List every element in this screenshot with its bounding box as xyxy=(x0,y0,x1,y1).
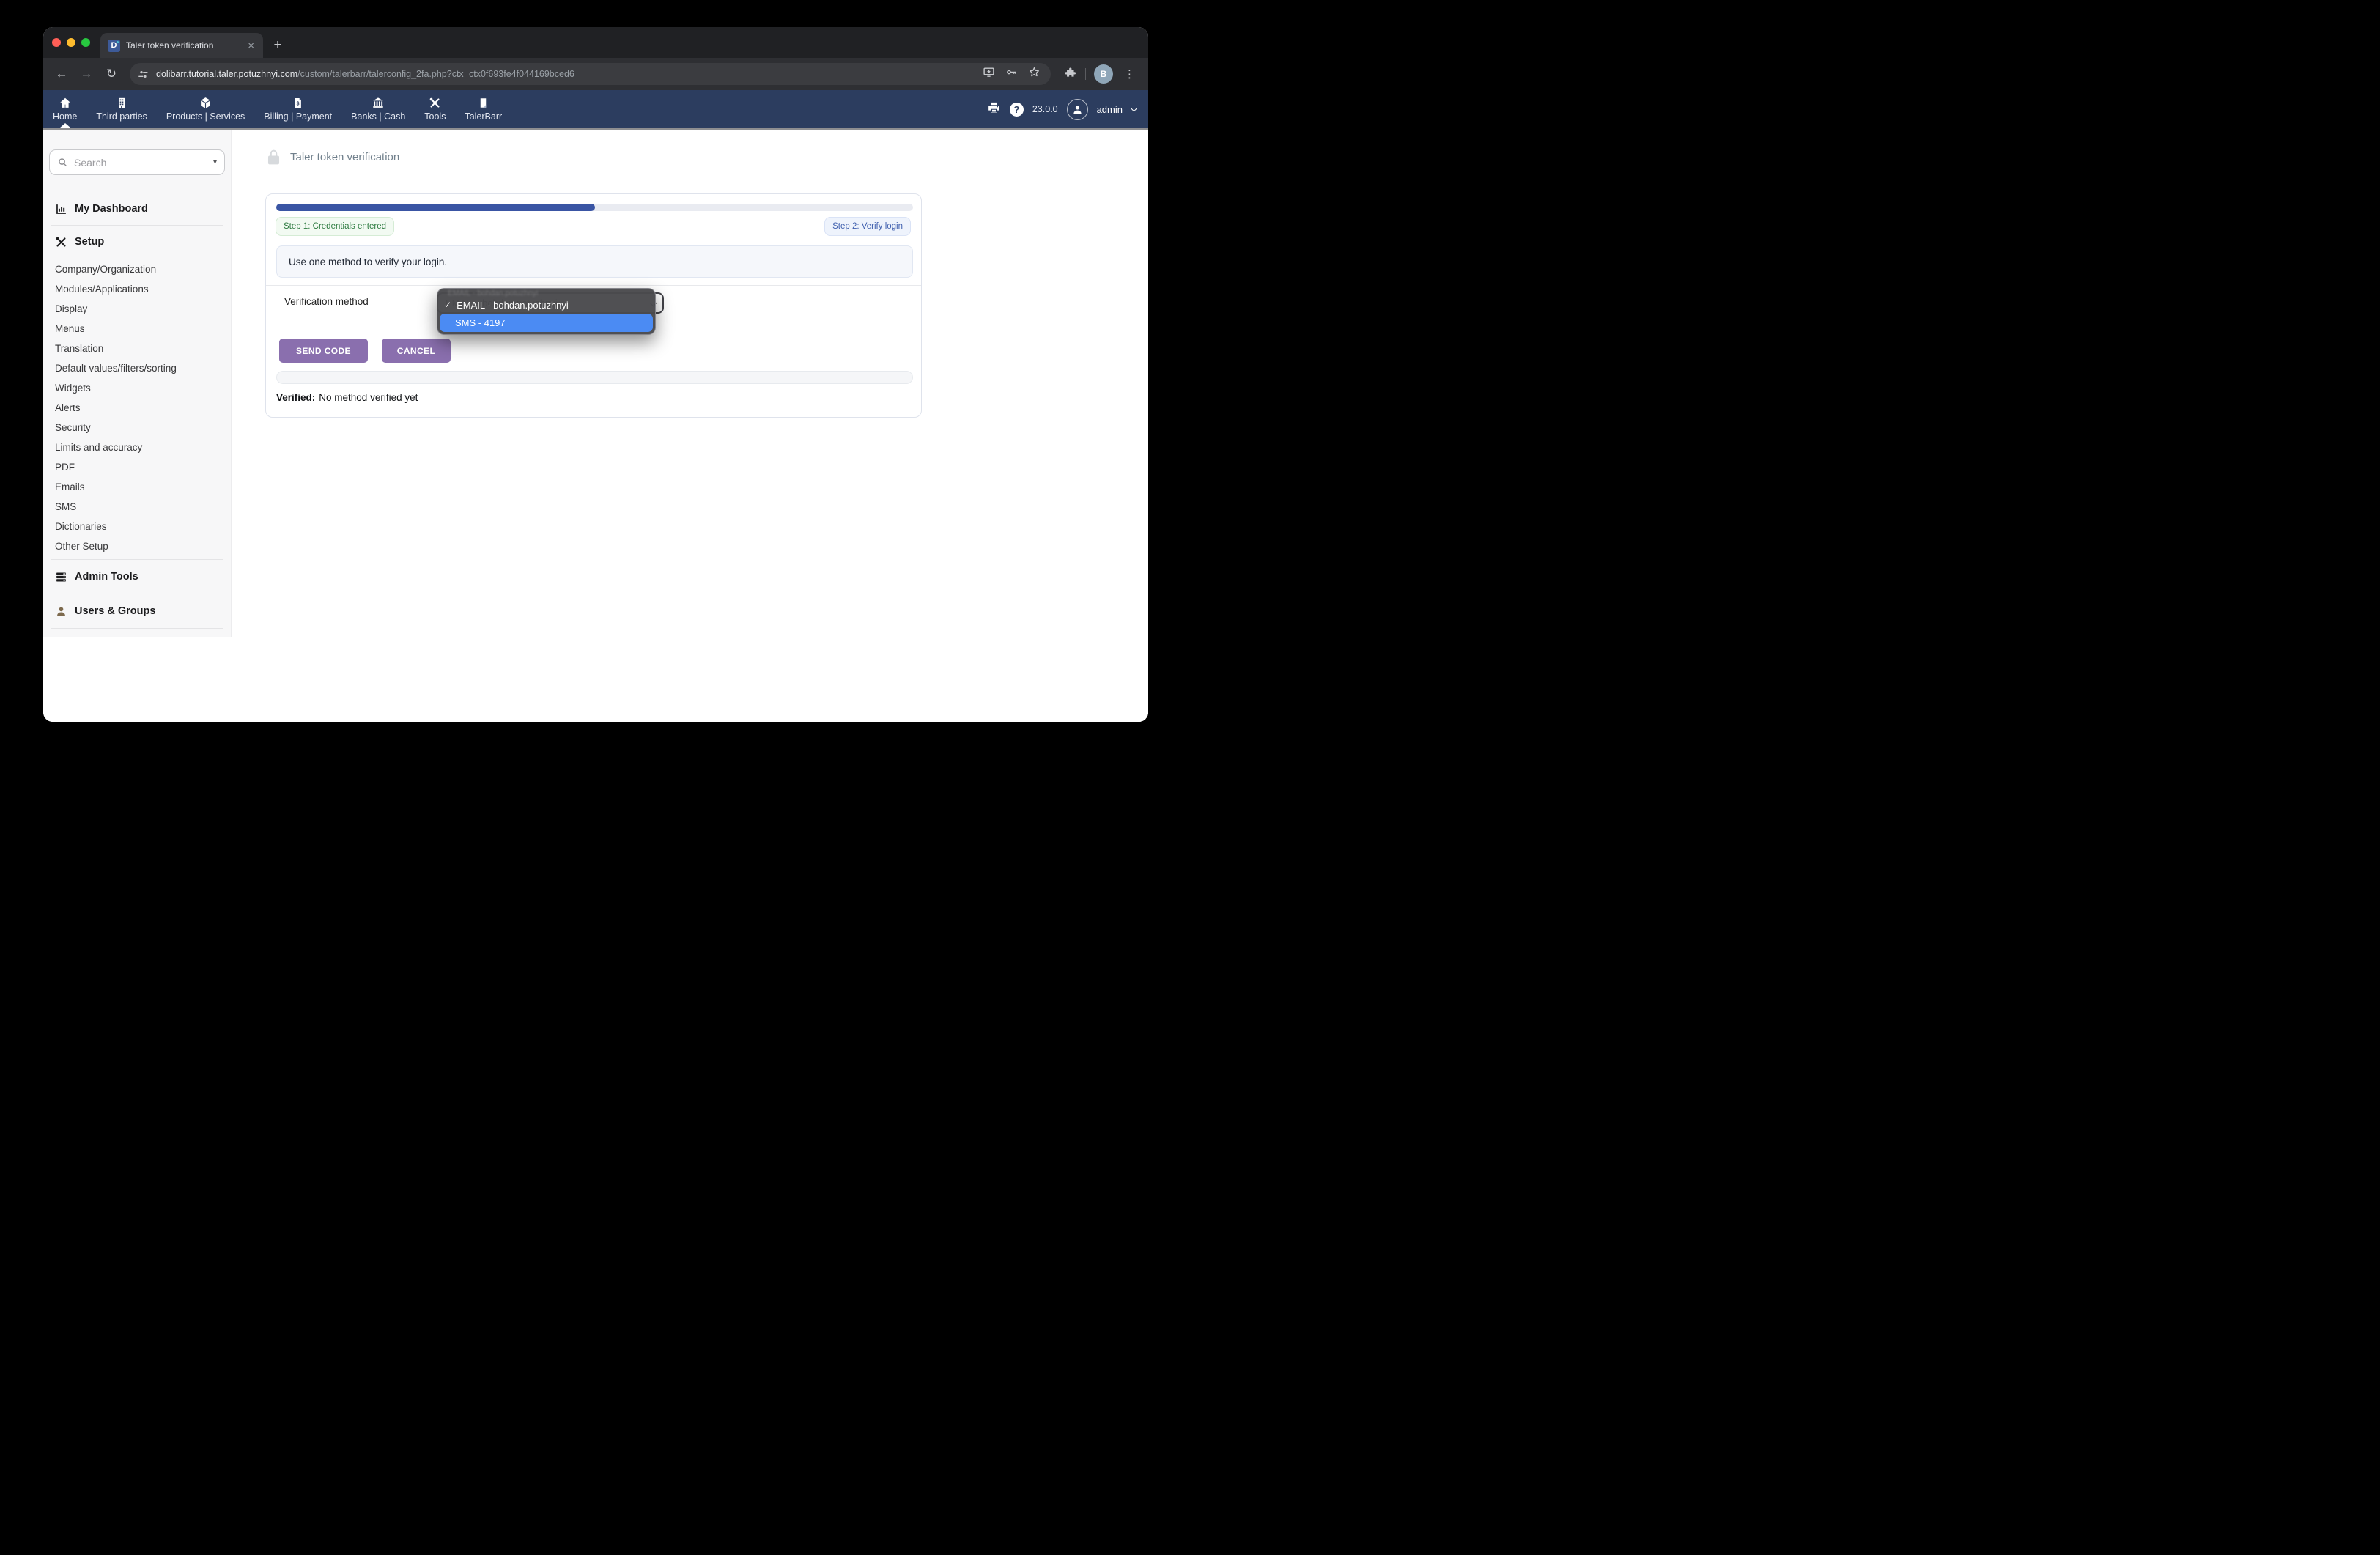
server-rack-icon xyxy=(55,571,67,583)
bank-icon xyxy=(372,97,385,109)
lock-icon xyxy=(267,149,281,166)
svg-text:$: $ xyxy=(297,102,300,107)
dolibarr-favicon-icon: D xyxy=(108,40,120,52)
step1-badge: Step 1: Credentials entered xyxy=(276,217,394,236)
sidebar-item-company-organization[interactable]: Company/Organization xyxy=(49,259,225,279)
module-page-icon xyxy=(478,97,489,109)
building-icon xyxy=(116,97,128,109)
tab-strip: D Taler token verification × + xyxy=(43,27,1148,58)
sidebar-item-modules-applications[interactable]: Modules/Applications xyxy=(49,279,225,299)
sidebar-item-menus[interactable]: Menus xyxy=(49,319,225,339)
app-version: 23.0.0 xyxy=(1032,104,1058,114)
password-key-icon[interactable] xyxy=(1005,66,1018,82)
verification-status-bar xyxy=(276,371,913,384)
sidebar-section-users-groups[interactable]: Users & Groups xyxy=(49,594,225,628)
logged-user-name[interactable]: admin xyxy=(1097,104,1123,115)
sidebar-item-emails[interactable]: Emails xyxy=(49,477,225,497)
home-icon xyxy=(59,97,72,109)
browser-toolbar: ← → ↻ dolibarr.tutorial.taler.potuzhnyi.… xyxy=(43,58,1148,90)
progress-fill xyxy=(276,204,595,211)
page-title: Taler token verification xyxy=(267,149,399,166)
form-row-divider xyxy=(266,285,921,286)
search-input[interactable] xyxy=(74,157,207,169)
step2-badge: Step 2: Verify login xyxy=(824,217,911,236)
sidebar-divider xyxy=(51,628,223,629)
help-icon[interactable]: ? xyxy=(1010,103,1024,117)
menu-item-banks-cash[interactable]: Banks | Cash xyxy=(341,90,415,128)
browser-profile-avatar[interactable]: B xyxy=(1094,64,1113,84)
sidebar-item-my-dashboard[interactable]: My Dashboard xyxy=(49,193,225,225)
select-ghost-text: EMAIL - bohdan.potuzhnyi xyxy=(448,289,649,298)
menu-item-billing-payment[interactable]: $ Billing | Payment xyxy=(254,90,341,128)
app-top-menu: Home Third parties Products | Services $… xyxy=(43,90,1148,128)
toolbar-separator xyxy=(1085,68,1086,80)
sidebar-item-limits-accuracy[interactable]: Limits and accuracy xyxy=(49,437,225,457)
verification-card: Step 1: Credentials entered Step 2: Veri… xyxy=(265,193,922,418)
verification-method-label: Verification method xyxy=(284,296,369,307)
tab-close-icon[interactable]: × xyxy=(245,39,257,53)
product-box-icon xyxy=(199,97,212,109)
sidebar-item-widgets[interactable]: Widgets xyxy=(49,378,225,398)
left-sidebar: ▾ My Dashboard Setup Company/Organizatio… xyxy=(43,130,232,637)
browser-window: D Taler token verification × + ← → ↻ dol… xyxy=(43,27,1148,722)
address-bar[interactable]: dolibarr.tutorial.taler.potuzhnyi.com/cu… xyxy=(130,63,1051,85)
extensions-puzzle-icon[interactable] xyxy=(1064,66,1077,83)
sidebar-item-other-setup[interactable]: Other Setup xyxy=(49,536,225,556)
close-window-button[interactable] xyxy=(52,38,61,47)
check-icon: ✓ xyxy=(444,300,451,310)
minimize-window-button[interactable] xyxy=(67,38,75,47)
dropdown-option-email[interactable]: ✓ EMAIL - bohdan.potuzhnyi xyxy=(437,297,655,313)
browser-tab[interactable]: D Taler token verification × xyxy=(100,33,263,58)
print-icon[interactable] xyxy=(987,101,1001,118)
user-avatar-icon[interactable] xyxy=(1067,99,1088,120)
sidebar-item-sms[interactable]: SMS xyxy=(49,497,225,517)
dashboard-chart-icon xyxy=(55,203,67,215)
browser-menu-icon[interactable]: ⋮ xyxy=(1121,67,1138,81)
tab-title: Taler token verification xyxy=(126,40,239,51)
sidebar-item-translation[interactable]: Translation xyxy=(49,339,225,358)
sidebar-item-dictionaries[interactable]: Dictionaries xyxy=(49,517,225,536)
active-menu-indicator xyxy=(59,123,71,128)
menu-item-home[interactable]: Home xyxy=(43,90,86,128)
menu-item-products-services[interactable]: Products | Services xyxy=(157,90,254,128)
new-tab-button[interactable]: + xyxy=(267,35,288,56)
progress-bar xyxy=(276,204,913,211)
url-text: dolibarr.tutorial.taler.potuzhnyi.com/cu… xyxy=(156,69,975,79)
install-app-icon[interactable] xyxy=(983,66,995,82)
sidebar-item-default-values[interactable]: Default values/filters/sorting xyxy=(49,358,225,378)
reload-icon[interactable]: ↻ xyxy=(100,63,122,85)
maximize-window-button[interactable] xyxy=(81,38,90,47)
tools-icon xyxy=(429,97,441,109)
send-code-button[interactable]: SEND CODE xyxy=(279,339,368,363)
sidebar-search[interactable]: ▾ xyxy=(49,149,225,175)
site-settings-icon[interactable] xyxy=(137,68,149,81)
sidebar-section-setup[interactable]: Setup xyxy=(49,226,225,258)
setup-tools-icon xyxy=(55,236,67,248)
sidebar-item-pdf[interactable]: PDF xyxy=(49,457,225,477)
search-icon xyxy=(57,157,68,168)
traffic-lights xyxy=(43,27,100,58)
users-icon xyxy=(55,605,67,618)
forward-icon[interactable]: → xyxy=(75,63,97,85)
user-menu-chevron-icon[interactable] xyxy=(1131,104,1138,111)
sidebar-item-security[interactable]: Security xyxy=(49,418,225,437)
menu-item-talerbarr[interactable]: TalerBarr xyxy=(455,90,511,128)
menu-item-third-parties[interactable]: Third parties xyxy=(86,90,156,128)
sidebar-item-alerts[interactable]: Alerts xyxy=(49,398,225,418)
bookmark-star-icon[interactable] xyxy=(1028,66,1041,82)
cancel-button[interactable]: CANCEL xyxy=(382,339,451,363)
instruction-box: Use one method to verify your login. xyxy=(276,245,913,278)
sidebar-section-admin-tools[interactable]: Admin Tools xyxy=(49,560,225,594)
select-dropdown-popup: EMAIL - bohdan.potuzhnyi ✓ EMAIL - bohda… xyxy=(437,288,656,335)
bill-icon: $ xyxy=(292,97,303,109)
back-icon[interactable]: ← xyxy=(51,63,73,85)
verified-status: Verified:No method verified yet xyxy=(276,392,418,403)
menu-item-tools[interactable]: Tools xyxy=(415,90,455,128)
dropdown-option-sms[interactable]: SMS - 4197 xyxy=(440,314,653,332)
main-panel: Taler token verification Step 1: Credent… xyxy=(232,130,1148,722)
sidebar-item-display[interactable]: Display xyxy=(49,299,225,319)
search-caret-icon[interactable]: ▾ xyxy=(213,158,217,166)
